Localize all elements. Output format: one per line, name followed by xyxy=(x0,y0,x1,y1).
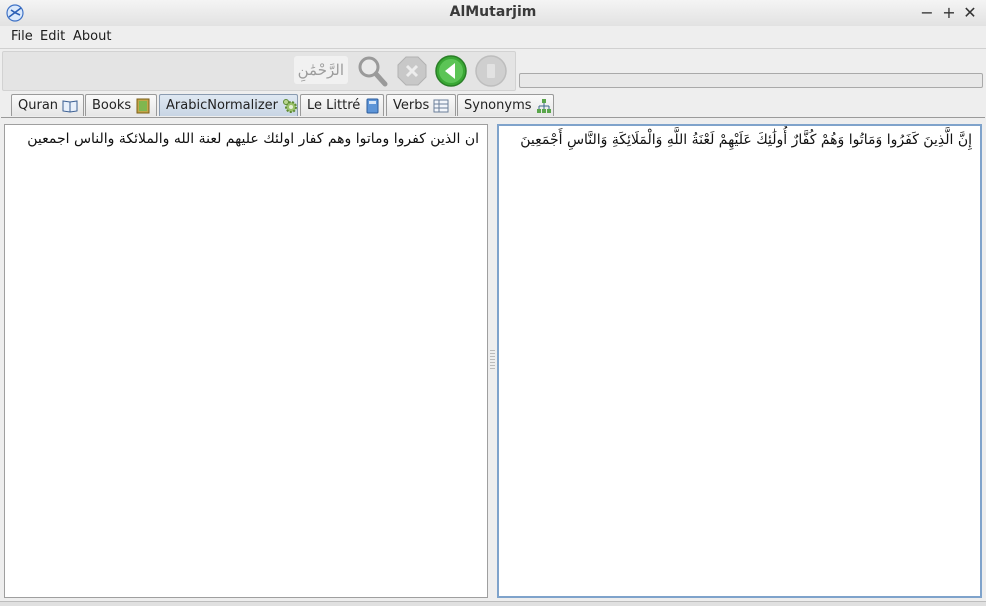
dictionary-icon xyxy=(364,98,380,114)
tab-label: Verbs xyxy=(393,98,430,113)
toolbar: الرَّحْمَٰنِ xyxy=(2,51,516,91)
stop-icon[interactable] xyxy=(395,54,429,88)
menu-file[interactable]: File xyxy=(11,29,33,44)
menu-bar: File Edit About xyxy=(0,26,986,49)
tab-label: Books xyxy=(92,98,132,113)
normalized-text: ان الذين كفروا وماتوا وهم كفار اولئك علي… xyxy=(27,131,479,147)
tab-arabic-normalizer[interactable]: ArabicNormalizer xyxy=(159,94,298,116)
menu-about[interactable]: About xyxy=(73,29,111,44)
title-bar: AlMutarjim − + ✕ xyxy=(0,0,986,27)
input-text: إِنَّ الَّذِينَ كَفَرُوا وَمَاتُوا وَهُم… xyxy=(520,132,972,148)
tab-label: Quran xyxy=(18,98,59,113)
table-icon xyxy=(433,98,449,114)
minimize-button[interactable]: − xyxy=(918,3,936,22)
split-divider[interactable] xyxy=(490,350,495,370)
search-input[interactable]: الرَّحْمَٰنِ xyxy=(294,56,348,84)
tab-synonyms[interactable]: Synonyms xyxy=(457,94,554,116)
normalized-text-area[interactable]: ان الذين كفروا وماتوا وهم كفار اولئك علي… xyxy=(4,124,488,598)
books-icon xyxy=(135,98,151,114)
status-bar xyxy=(0,601,986,606)
book-icon xyxy=(62,98,78,114)
close-button[interactable]: ✕ xyxy=(961,3,979,22)
window-title: AlMutarjim xyxy=(449,4,537,20)
tab-books[interactable]: Books xyxy=(85,94,157,116)
progress-bar xyxy=(519,73,983,88)
gear-icon xyxy=(282,98,298,114)
menu-edit[interactable]: Edit xyxy=(40,29,65,44)
search-icon[interactable] xyxy=(355,54,389,88)
tab-le-littre[interactable]: Le Littré xyxy=(300,94,384,116)
tab-label: Le Littré xyxy=(307,98,361,113)
tab-label: Synonyms xyxy=(464,98,532,113)
tab-verbs[interactable]: Verbs xyxy=(386,94,456,116)
tab-quran[interactable]: Quran xyxy=(11,94,84,116)
input-text-area[interactable]: إِنَّ الَّذِينَ كَفَرُوا وَمَاتُوا وَهُم… xyxy=(497,124,982,598)
tree-icon xyxy=(536,98,552,114)
back-icon[interactable] xyxy=(434,54,468,88)
next-icon[interactable] xyxy=(474,54,508,88)
maximize-button[interactable]: + xyxy=(940,3,958,22)
tab-label: ArabicNormalizer xyxy=(166,98,279,113)
